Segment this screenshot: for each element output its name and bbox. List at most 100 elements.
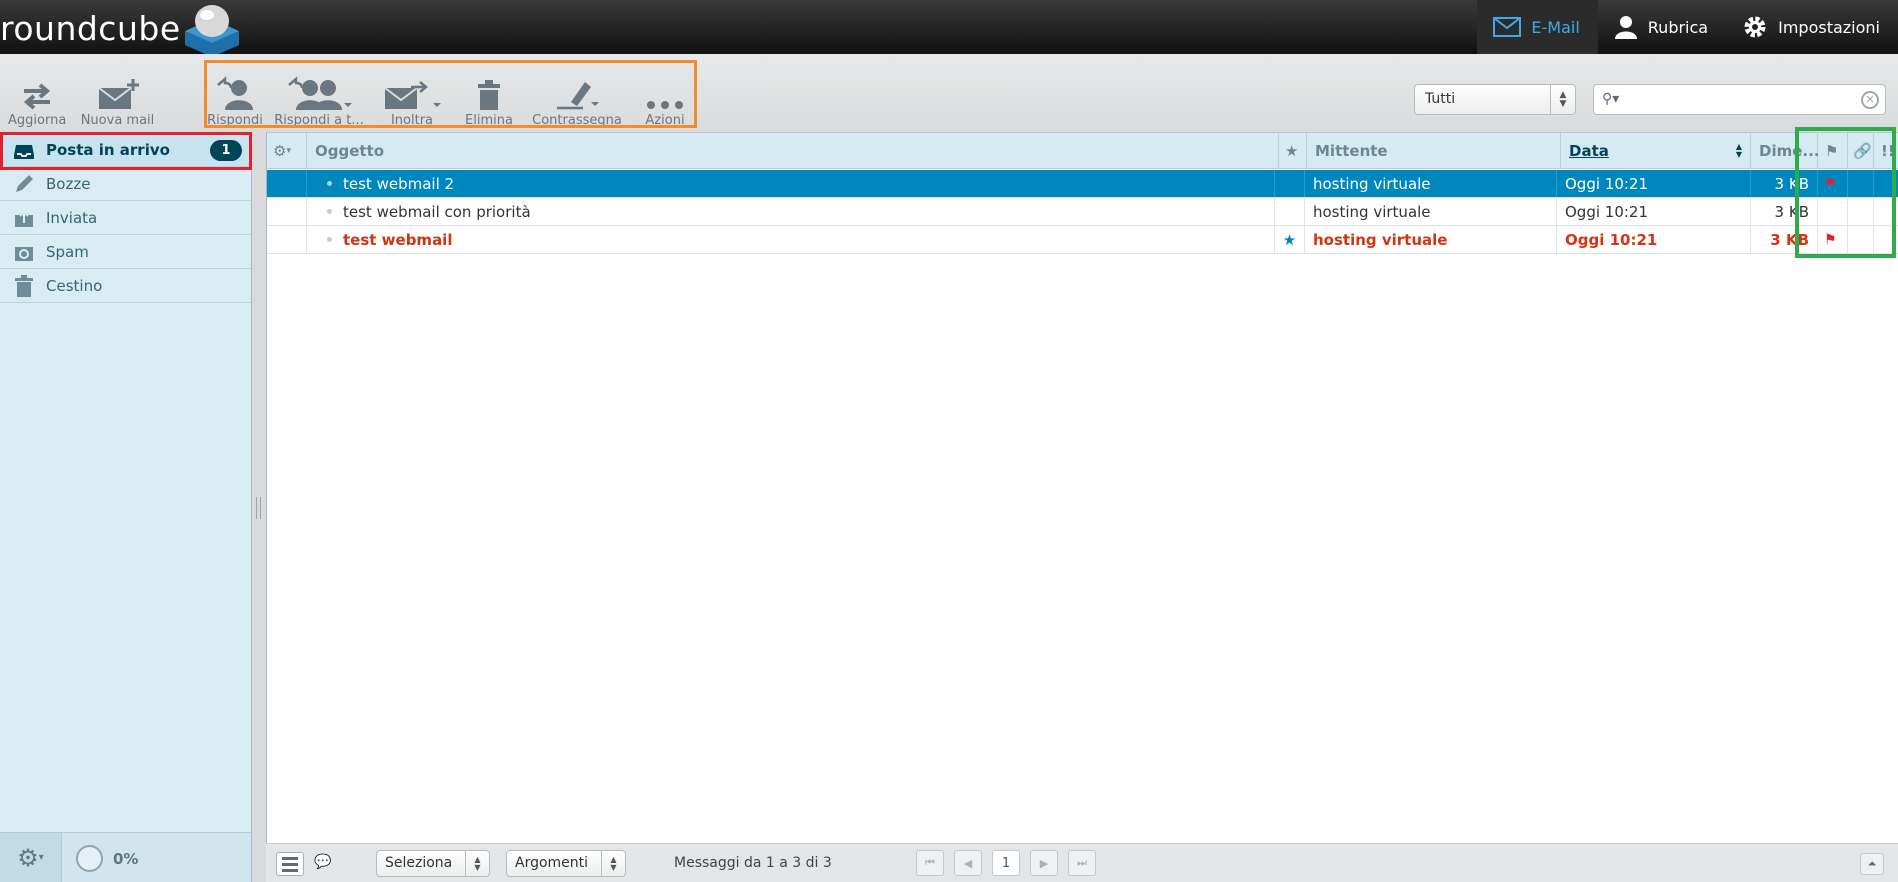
row-date: Oggi 10:21 [1565, 202, 1649, 221]
row-date: Oggi 10:21 [1565, 174, 1649, 193]
quota-pie-icon [76, 845, 103, 872]
row-date-cell: Oggi 10:21 [1557, 226, 1751, 253]
row-date: Oggi 10:21 [1565, 230, 1658, 249]
folder-options-gear-icon[interactable]: ⚙ ▾ [0, 833, 62, 882]
row-subject-cell[interactable]: test webmail 2 [307, 170, 1275, 197]
message-list: ⚙ ▾ Oggetto ★ Mittente Data ▲ ▼ Dime... ⚑ 🔗… [266, 132, 1898, 882]
list-options-gear-icon[interactable]: ⚙ ▾ [267, 133, 307, 169]
folder-drafts[interactable]: Bozze [0, 167, 251, 201]
filter-value: Tutti [1425, 91, 1456, 107]
columns-highlight-box [1795, 127, 1896, 258]
logo-cube-icon [184, 5, 239, 57]
last-page-button[interactable]: ⏭ [1068, 850, 1096, 876]
row-subject-cell[interactable]: test webmail con priorità [307, 198, 1275, 225]
threads-dropdown[interactable]: Argomenti ▲ ▼ [506, 850, 626, 877]
search-clear-icon[interactable]: ✕ [1861, 91, 1879, 109]
topnav-settings[interactable]: Impostazioni [1726, 0, 1898, 54]
column-date-label: Data [1569, 142, 1609, 160]
topnav-contacts[interactable]: Rubrica [1598, 0, 1726, 54]
message-row[interactable]: test webmail 2 hosting virtuale Oggi 10:… [267, 170, 1898, 198]
status-dot-icon [327, 209, 332, 214]
row-thread-cell [267, 226, 307, 253]
search-box[interactable]: ⚲▾ ✕ [1593, 84, 1886, 115]
top-navigation: E-Mail Rubrica Impostazioni [1477, 0, 1898, 54]
select-arrows-icon: ▲ ▼ [465, 851, 489, 876]
row-from-cell: hosting virtuale [1305, 170, 1557, 197]
topnav-email[interactable]: E-Mail [1477, 0, 1598, 54]
toggle-preview-icon[interactable]: ⏶ [1860, 853, 1884, 875]
topnav-contacts-label: Rubrica [1647, 17, 1709, 37]
trash-icon [15, 275, 33, 297]
first-page-button[interactable]: ⏮ [916, 850, 944, 876]
select-dropdown[interactable]: Seleziona ▲ ▼ [376, 850, 490, 877]
refresh-icon [23, 83, 51, 110]
column-date[interactable]: Data ▲ ▼ [1561, 133, 1751, 169]
message-filter-select[interactable]: Tutti ▲ ▼ [1414, 84, 1576, 115]
topnav-email-label: E-Mail [1531, 17, 1580, 37]
row-from-cell: hosting virtuale [1305, 226, 1557, 253]
gear-icon [1744, 16, 1766, 38]
row-star-cell[interactable] [1275, 198, 1305, 225]
status-dot-icon [327, 181, 332, 186]
row-from: hosting virtuale [1313, 230, 1448, 249]
sort-arrows-icon: ▲ ▼ [1735, 142, 1742, 159]
folder-sent[interactable]: Inviata [0, 201, 251, 235]
column-subject[interactable]: Oggetto [307, 133, 1279, 169]
thread-view-icon[interactable]: 💬 [314, 854, 331, 870]
person-icon [1614, 16, 1637, 39]
status-dot-icon [327, 237, 332, 242]
quota-indicator: 0% [76, 845, 138, 872]
star-icon[interactable]: ★ [1283, 231, 1296, 249]
row-subject-cell[interactable]: test webmail [307, 226, 1275, 253]
row-subject: test webmail [343, 230, 453, 249]
row-thread-cell [267, 170, 307, 197]
list-view-icon[interactable] [276, 852, 304, 876]
folder-trash[interactable]: Cestino [0, 269, 251, 303]
folder-sidebar: Posta in arrivo 1 Bozze Inviata Spam Ces… [0, 132, 252, 882]
spam-icon [15, 247, 33, 261]
column-from[interactable]: Mittente [1307, 133, 1561, 169]
sent-icon [15, 210, 33, 227]
row-subject: test webmail 2 [343, 174, 455, 193]
previous-page-button[interactable]: ◀ [954, 850, 982, 876]
row-star-cell[interactable] [1275, 170, 1305, 197]
column-star-icon[interactable]: ★ [1279, 133, 1307, 169]
search-icon[interactable]: ⚲▾ [1602, 91, 1619, 107]
pencil-icon [16, 175, 33, 192]
logo-text: roundcube [0, 8, 181, 48]
roundcube-logo[interactable]: roundcube [0, 2, 243, 57]
row-thread-cell [267, 198, 307, 225]
search-input[interactable] [1628, 88, 1848, 111]
folder-spam-label: Spam [46, 242, 89, 261]
select-dropdown-label: Seleziona [385, 855, 453, 871]
topnav-settings-label: Impostazioni [1778, 17, 1880, 37]
row-star-cell[interactable]: ★ [1275, 226, 1305, 253]
refresh-button[interactable]: Aggiorna [8, 72, 66, 128]
message-row[interactable]: test webmail ★ hosting virtuale Oggi 10:… [267, 226, 1898, 254]
envelope-icon [1493, 17, 1522, 37]
row-subject: test webmail con priorità [343, 202, 531, 221]
toolbar-highlight-box [204, 60, 697, 128]
compose-button[interactable]: Nuova mail [80, 72, 155, 128]
folder-trash-label: Cestino [46, 276, 103, 295]
quota-percent: 0% [113, 849, 139, 868]
pane-splitter[interactable] [256, 497, 261, 519]
next-page-button[interactable]: ▶ [1030, 850, 1058, 876]
threads-dropdown-label: Argomenti [515, 855, 589, 871]
folder-drafts-label: Bozze [46, 174, 91, 193]
folder-spam[interactable]: Spam [0, 235, 251, 269]
current-page-number: 1 [992, 850, 1020, 876]
column-from-label: Mittente [1315, 142, 1388, 160]
row-from: hosting virtuale [1313, 202, 1431, 221]
message-row[interactable]: test webmail con priorità hosting virtua… [267, 198, 1898, 226]
folder-sent-label: Inviata [46, 208, 98, 227]
select-arrows-icon: ▲ ▼ [1550, 85, 1575, 114]
compose-label: Nuova mail [80, 113, 155, 128]
sidebar-footer: ⚙ ▾ 0% [0, 832, 251, 882]
row-from: hosting virtuale [1313, 174, 1431, 193]
folder-highlight-box [0, 132, 252, 170]
top-bar: roundcube E-Mail Rubrica Impostazioni [0, 0, 1898, 57]
row-date-cell: Oggi 10:21 [1557, 198, 1751, 225]
message-list-footer: 💬 Seleziona ▲ ▼ Argomenti ▲ ▼ Messaggi da … [266, 843, 1898, 882]
message-list-header: ⚙ ▾ Oggetto ★ Mittente Data ▲ ▼ Dime... ⚑ 🔗… [267, 133, 1898, 169]
